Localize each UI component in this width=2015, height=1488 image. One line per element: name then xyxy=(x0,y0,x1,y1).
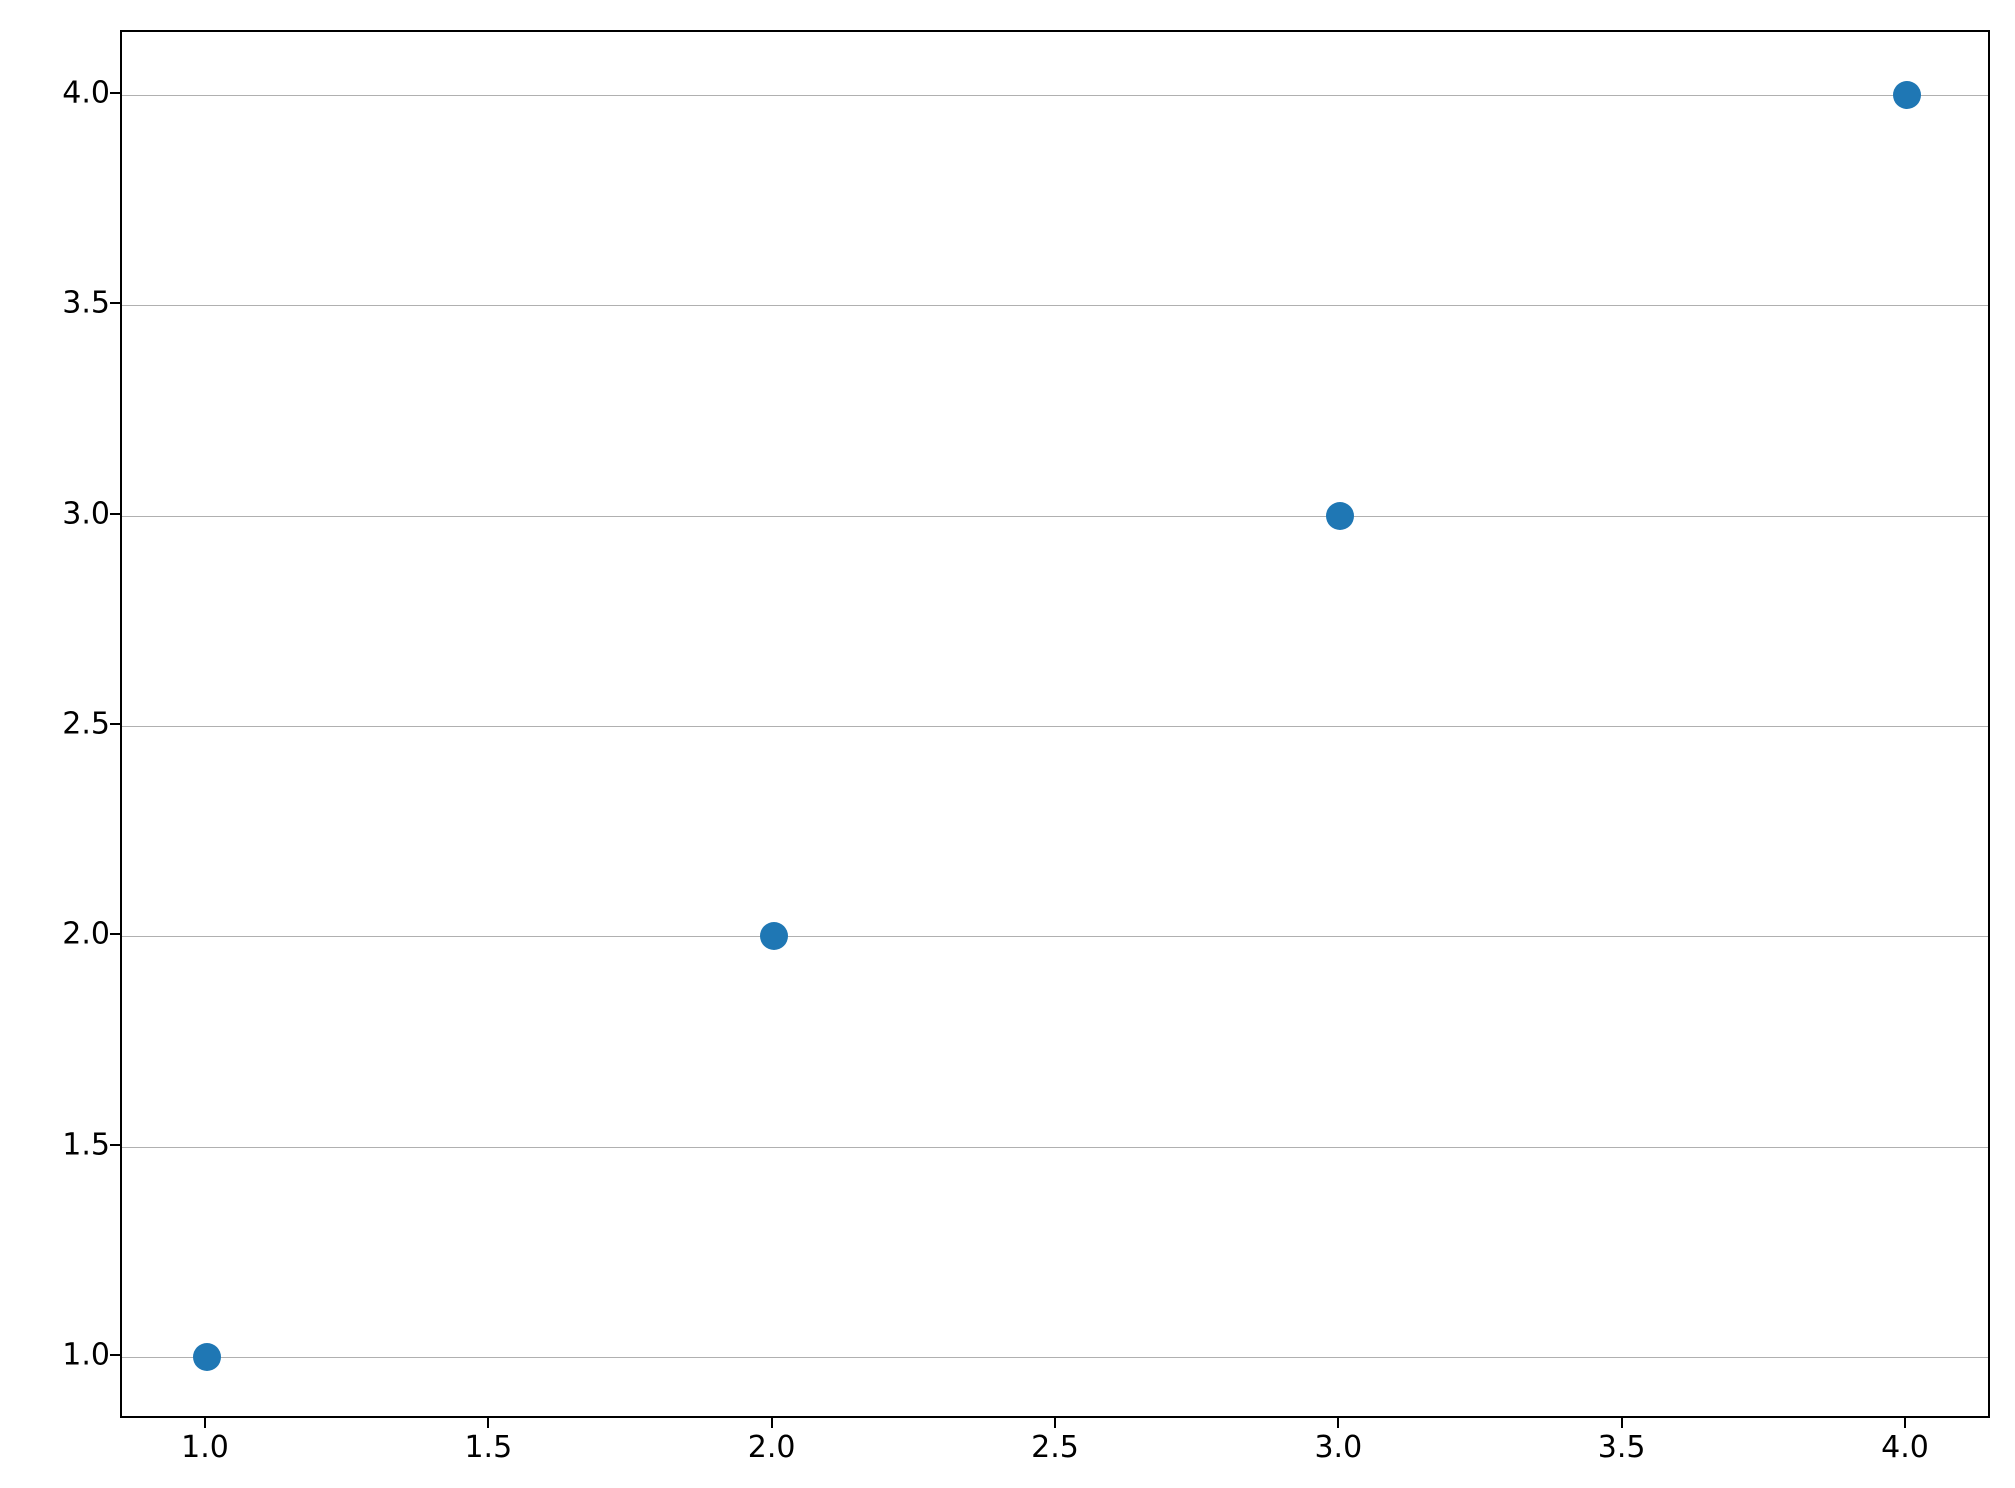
y-tick-label: 1.5 xyxy=(62,1127,110,1162)
x-tick-label: 1.0 xyxy=(181,1430,229,1465)
x-tick-mark xyxy=(1337,1418,1339,1428)
gridline-horizontal xyxy=(122,1357,1988,1358)
gridline-horizontal xyxy=(122,516,1988,517)
x-tick-label: 3.0 xyxy=(1314,1430,1362,1465)
chart-container: 1.0 1.5 2.0 2.5 3.0 3.5 4.0 1.0 1.5 2.0 2.5 3.0 3.5 4… xyxy=(0,0,2015,1488)
y-tick-label: 1.0 xyxy=(62,1337,110,1372)
y-tick-mark xyxy=(110,1354,120,1356)
y-tick-mark xyxy=(110,1144,120,1146)
gridline-horizontal xyxy=(122,1147,1988,1148)
x-tick-label: 2.5 xyxy=(1031,1430,1079,1465)
x-tick-label: 3.5 xyxy=(1598,1430,1646,1465)
y-tick-label: 3.5 xyxy=(62,286,110,321)
plot-area xyxy=(120,30,1990,1418)
y-tick-label: 4.0 xyxy=(62,76,110,111)
y-tick-label: 2.5 xyxy=(62,707,110,742)
y-tick-label: 2.0 xyxy=(62,917,110,952)
gridline-horizontal xyxy=(122,936,1988,937)
data-point xyxy=(760,922,788,950)
x-tick-mark xyxy=(204,1418,206,1428)
x-tick-mark xyxy=(1054,1418,1056,1428)
x-tick-mark xyxy=(771,1418,773,1428)
x-tick-label: 1.5 xyxy=(464,1430,512,1465)
y-tick-mark xyxy=(110,302,120,304)
data-point xyxy=(193,1343,221,1371)
x-tick-label: 4.0 xyxy=(1881,1430,1929,1465)
x-tick-mark xyxy=(1904,1418,1906,1428)
gridline-horizontal xyxy=(122,95,1988,96)
y-tick-mark xyxy=(110,513,120,515)
y-tick-mark xyxy=(110,933,120,935)
y-tick-label: 3.0 xyxy=(62,496,110,531)
data-point xyxy=(1326,502,1354,530)
data-point xyxy=(1893,81,1921,109)
y-tick-mark xyxy=(110,92,120,94)
x-tick-mark xyxy=(487,1418,489,1428)
x-tick-mark xyxy=(1621,1418,1623,1428)
gridline-horizontal xyxy=(122,305,1988,306)
x-tick-label: 2.0 xyxy=(748,1430,796,1465)
gridline-horizontal xyxy=(122,726,1988,727)
y-tick-mark xyxy=(110,723,120,725)
